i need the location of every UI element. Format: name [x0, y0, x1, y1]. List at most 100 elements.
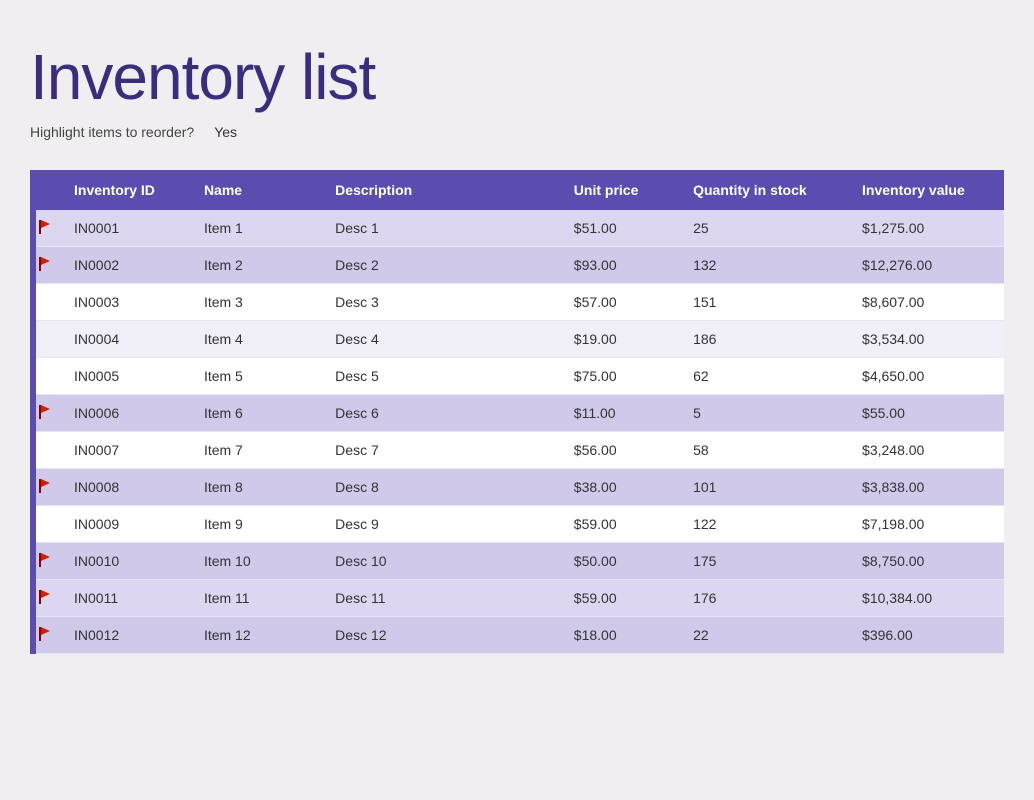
- qty-stock: 151: [679, 284, 848, 321]
- qty-stock: 58: [679, 432, 848, 469]
- inventory-value: $12,276.00: [848, 247, 1004, 284]
- item-name: Item 12: [190, 617, 321, 654]
- inventory-value: $1,275.00: [848, 210, 1004, 247]
- item-desc: Desc 6: [321, 395, 560, 432]
- col-header-id: Inventory ID: [60, 170, 190, 210]
- item-desc: Desc 4: [321, 321, 560, 358]
- inventory-value: $3,534.00: [848, 321, 1004, 358]
- table-row: IN0002Item 2Desc 2$93.00132$12,276.00: [30, 247, 1004, 284]
- unit-price: $51.00: [560, 210, 679, 247]
- table-row: IN0005Item 5Desc 5$75.0062$4,650.00: [30, 358, 1004, 395]
- col-header-name: Name: [190, 170, 321, 210]
- table-row: IN0004Item 4Desc 4$19.00186$3,534.00: [30, 321, 1004, 358]
- unit-price: $56.00: [560, 432, 679, 469]
- item-desc: Desc 9: [321, 506, 560, 543]
- unit-price: $59.00: [560, 506, 679, 543]
- item-desc: Desc 10: [321, 543, 560, 580]
- item-desc: Desc 5: [321, 358, 560, 395]
- flag-icon: [37, 626, 53, 642]
- item-name: Item 7: [190, 432, 321, 469]
- item-desc: Desc 12: [321, 617, 560, 654]
- flag-icon: [37, 219, 53, 235]
- inventory-value: $3,248.00: [848, 432, 1004, 469]
- qty-stock: 176: [679, 580, 848, 617]
- item-name: Item 3: [190, 284, 321, 321]
- qty-stock: 186: [679, 321, 848, 358]
- flag-icon: [37, 552, 53, 568]
- item-desc: Desc 3: [321, 284, 560, 321]
- highlight-value: Yes: [214, 124, 237, 140]
- table-row: IN0008Item 8Desc 8$38.00101$3,838.00: [30, 469, 1004, 506]
- item-desc: Desc 7: [321, 432, 560, 469]
- inventory-id: IN0002: [60, 247, 190, 284]
- inventory-id: IN0006: [60, 395, 190, 432]
- unit-price: $50.00: [560, 543, 679, 580]
- inventory-value: $3,838.00: [848, 469, 1004, 506]
- table-left-border: [30, 170, 36, 654]
- table-row: IN0011Item 11Desc 11$59.00176$10,384.00: [30, 580, 1004, 617]
- flag-icon: [37, 589, 53, 605]
- inventory-value: $8,750.00: [848, 543, 1004, 580]
- table-row: IN0001Item 1Desc 1$51.0025$1,275.00: [30, 210, 1004, 247]
- inventory-id: IN0010: [60, 543, 190, 580]
- qty-stock: 101: [679, 469, 848, 506]
- unit-price: $18.00: [560, 617, 679, 654]
- table-header: Inventory ID Name Description Unit price…: [30, 170, 1004, 210]
- item-name: Item 9: [190, 506, 321, 543]
- table-row: IN0010Item 10Desc 10$50.00175$8,750.00: [30, 543, 1004, 580]
- unit-price: $59.00: [560, 580, 679, 617]
- unit-price: $19.00: [560, 321, 679, 358]
- flag-icon: [37, 256, 53, 272]
- unit-price: $11.00: [560, 395, 679, 432]
- item-name: Item 4: [190, 321, 321, 358]
- table-row: IN0003Item 3Desc 3$57.00151$8,607.00: [30, 284, 1004, 321]
- inventory-id: IN0007: [60, 432, 190, 469]
- flag-icon: [37, 478, 53, 494]
- inventory-value: $4,650.00: [848, 358, 1004, 395]
- inventory-id: IN0008: [60, 469, 190, 506]
- item-name: Item 1: [190, 210, 321, 247]
- unit-price: $75.00: [560, 358, 679, 395]
- item-name: Item 2: [190, 247, 321, 284]
- unit-price: $38.00: [560, 469, 679, 506]
- qty-stock: 25: [679, 210, 848, 247]
- col-header-qty: Quantity in stock: [679, 170, 848, 210]
- inventory-value: $55.00: [848, 395, 1004, 432]
- table-body: IN0001Item 1Desc 1$51.0025$1,275.00IN000…: [30, 210, 1004, 654]
- item-name: Item 6: [190, 395, 321, 432]
- unit-price: $93.00: [560, 247, 679, 284]
- inventory-value: $10,384.00: [848, 580, 1004, 617]
- qty-stock: 62: [679, 358, 848, 395]
- inventory-table-wrapper: Inventory ID Name Description Unit price…: [30, 170, 1004, 654]
- qty-stock: 5: [679, 395, 848, 432]
- item-desc: Desc 8: [321, 469, 560, 506]
- inventory-value: $7,198.00: [848, 506, 1004, 543]
- qty-stock: 175: [679, 543, 848, 580]
- item-desc: Desc 1: [321, 210, 560, 247]
- item-name: Item 10: [190, 543, 321, 580]
- item-desc: Desc 11: [321, 580, 560, 617]
- unit-price: $57.00: [560, 284, 679, 321]
- item-name: Item 5: [190, 358, 321, 395]
- highlight-label: Highlight items to reorder?: [30, 124, 194, 140]
- col-header-desc: Description: [321, 170, 560, 210]
- inventory-id: IN0005: [60, 358, 190, 395]
- inventory-value: $8,607.00: [848, 284, 1004, 321]
- table-row: IN0012Item 12Desc 12$18.0022$396.00: [30, 617, 1004, 654]
- inventory-id: IN0009: [60, 506, 190, 543]
- table-row: IN0007Item 7Desc 7$56.0058$3,248.00: [30, 432, 1004, 469]
- qty-stock: 22: [679, 617, 848, 654]
- page-title: Inventory list: [30, 40, 1004, 114]
- qty-stock: 122: [679, 506, 848, 543]
- qty-stock: 132: [679, 247, 848, 284]
- inventory-id: IN0001: [60, 210, 190, 247]
- inventory-value: $396.00: [848, 617, 1004, 654]
- item-desc: Desc 2: [321, 247, 560, 284]
- flag-icon: [37, 404, 53, 420]
- table-row: IN0006Item 6Desc 6$11.005$55.00: [30, 395, 1004, 432]
- inventory-id: IN0004: [60, 321, 190, 358]
- inventory-id: IN0003: [60, 284, 190, 321]
- col-header-value: Inventory value: [848, 170, 1004, 210]
- inventory-table: Inventory ID Name Description Unit price…: [30, 170, 1004, 654]
- col-header-price: Unit price: [560, 170, 679, 210]
